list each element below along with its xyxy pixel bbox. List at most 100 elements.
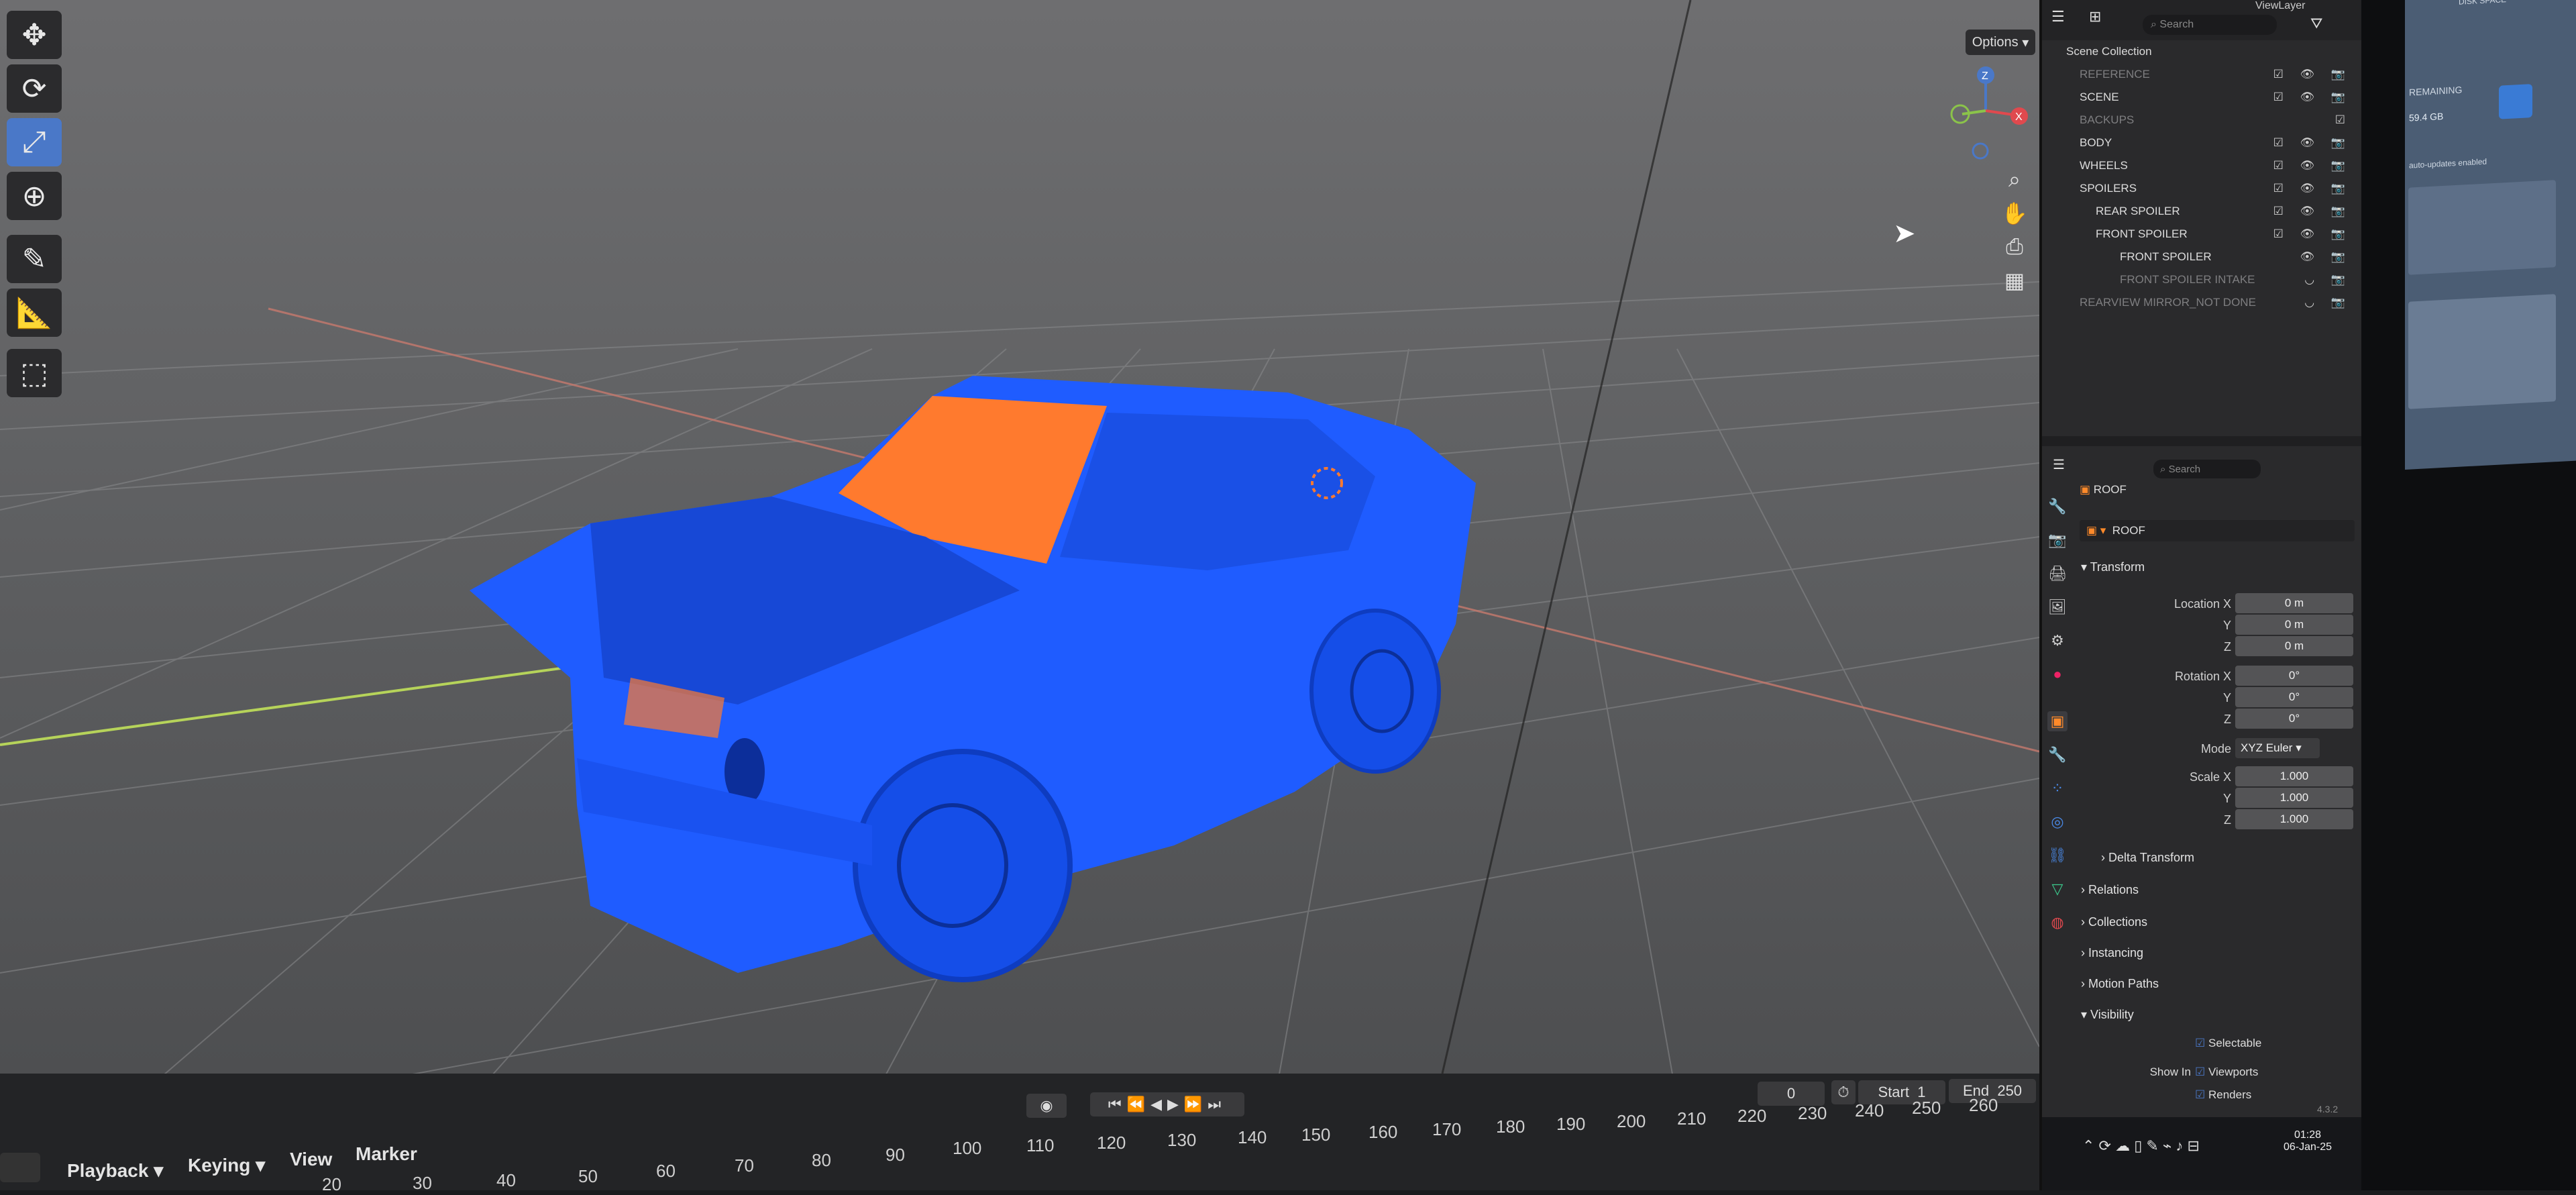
outliner-item-front-spoiler-collection[interactable]: FRONT SPOILER ☑ 👁 📷 xyxy=(2042,223,2361,246)
keying-menu[interactable]: Keying ▾ xyxy=(188,1154,265,1176)
outliner[interactable]: ☰ ⊞ ⌕ Search ⛛ ViewLayer Scene Collectio… xyxy=(2042,0,2361,436)
location-x-label: Location X xyxy=(2174,597,2231,611)
editor-type-icon[interactable] xyxy=(0,1153,40,1182)
object-tab-icon[interactable]: ▣ xyxy=(2047,711,2068,731)
motion-paths-panel[interactable]: › Motion Paths xyxy=(2081,977,2159,991)
visibility-icons[interactable]: ◡ 📷 xyxy=(2304,296,2352,309)
zoom-icon[interactable]: ⌕ xyxy=(1999,164,2030,195)
playback-menu[interactable]: Playback ▾ xyxy=(67,1159,163,1182)
annotate-tool-button[interactable]: ✎ xyxy=(7,235,62,283)
material-tab-icon[interactable]: ◍ xyxy=(2047,913,2068,933)
outliner-item-front-spoiler-intake[interactable]: FRONT SPOILER INTAKE ◡ 📷 xyxy=(2042,268,2361,291)
clock-icon[interactable]: ⏱ xyxy=(1831,1080,1856,1104)
visibility-icons[interactable]: ☑ 👁 📷 xyxy=(2273,68,2352,81)
navigation-gizmo[interactable]: Z X xyxy=(1939,60,2033,161)
playback-controls[interactable]: ⏮⏪◀▶⏩⏭ xyxy=(1090,1092,1244,1116)
outliner-item-scene[interactable]: SCENE ☑ 👁 📷 xyxy=(2042,86,2361,109)
grid-view-icon[interactable]: ▦ xyxy=(1999,265,2030,296)
location-z-label: Z xyxy=(2224,640,2231,654)
properties-search-input[interactable]: ⌕ Search xyxy=(2153,460,2261,478)
location-y-field[interactable]: 0 m xyxy=(2235,615,2353,635)
outliner-item-rear-spoiler[interactable]: REAR SPOILER ☑ 👁 📷 xyxy=(2042,200,2361,223)
tray-icons[interactable]: ⌃ ⟳ ☁ ▯ ✎ ⌁ ♪ ⊟ xyxy=(2082,1137,2200,1155)
car-model[interactable] xyxy=(0,0,2039,1100)
visibility-icons[interactable]: ☑ 👁 📷 xyxy=(2273,159,2352,172)
outliner-item-front-spoiler-object[interactable]: FRONT SPOILER 👁 📷 xyxy=(2042,246,2361,268)
pan-hand-icon[interactable]: ✋ xyxy=(1999,198,2030,229)
tool-tab-icon[interactable]: 🔧 xyxy=(2047,497,2068,517)
delta-transform-panel[interactable]: › Delta Transform xyxy=(2101,851,2194,865)
transform-tool-button[interactable]: ⊕ xyxy=(7,172,62,220)
rotation-x-field[interactable]: 0° xyxy=(2235,666,2353,686)
marker-menu[interactable]: Marker xyxy=(356,1143,417,1165)
clock-display[interactable]: 01:28 06-Jan-25 xyxy=(2284,1129,2332,1153)
view-layer-tab-icon[interactable]: 🖼 xyxy=(2047,597,2068,617)
outliner-item-body[interactable]: BODY ☑ 👁 📷 xyxy=(2042,132,2361,154)
outliner-item-backups[interactable]: BACKUPS ☑ xyxy=(2042,109,2361,132)
renders-checkbox[interactable]: ☑ Renders xyxy=(2195,1088,2251,1102)
show-in-label: Show In xyxy=(2149,1066,2191,1078)
visibility-icons[interactable]: ☑ 👁 📷 xyxy=(2273,205,2352,218)
properties-menu-icon[interactable]: ☰ xyxy=(2053,456,2065,473)
physics-tab-icon[interactable]: ◎ xyxy=(2047,812,2068,832)
scene-tab-icon[interactable]: ⚙ xyxy=(2047,631,2068,651)
relations-panel[interactable]: › Relations xyxy=(2081,883,2139,897)
frame-tick: 220 xyxy=(1737,1106,1767,1126)
rotation-y-field[interactable]: 0° xyxy=(2235,687,2353,707)
3d-viewport[interactable]: ✥ ⟳ ⤢ ⊕ ✎ 📐 ⬚ Options ▾ Z X ⌕ ✋ ⎙ ▦ ➤ xyxy=(0,0,2039,1100)
rotate-tool-button[interactable]: ⟳ xyxy=(7,64,62,113)
location-x-field[interactable]: 0 m xyxy=(2235,593,2353,613)
location-z-field[interactable]: 0 m xyxy=(2235,636,2353,656)
particles-tab-icon[interactable]: ⁘ xyxy=(2047,778,2068,798)
frame-tick: 130 xyxy=(1167,1130,1197,1150)
rotation-z-field[interactable]: 0° xyxy=(2235,709,2353,729)
render-tab-icon[interactable]: 📷 xyxy=(2047,530,2068,550)
visibility-icons[interactable]: ◡ 📷 xyxy=(2304,273,2352,287)
scene-collection-row[interactable]: Scene Collection xyxy=(2042,40,2361,63)
move-tool-button[interactable]: ✥ xyxy=(7,11,62,59)
visibility-icons[interactable]: 👁 📷 xyxy=(2300,250,2352,264)
editor-type-icon[interactable]: ☰ xyxy=(2051,8,2065,25)
modifier-tab-icon[interactable]: 🔧 xyxy=(2047,745,2068,765)
timeline-editor[interactable]: 0 ⏱ Start 1 End 250 ◉ ⏮⏪◀▶⏩⏭ 100 110 120… xyxy=(0,1074,2039,1194)
add-cube-tool-button[interactable]: ⬚ xyxy=(7,349,62,397)
outliner-search-input[interactable]: ⌕ Search xyxy=(2143,15,2277,35)
options-dropdown[interactable]: Options ▾ xyxy=(1966,30,2035,55)
transform-icon: ⊕ xyxy=(21,179,47,213)
transform-panel-header[interactable]: ▾ Transform xyxy=(2081,560,2145,574)
outliner-item-reference[interactable]: REFERENCE ☑ 👁 📷 xyxy=(2042,63,2361,86)
camera-icon[interactable]: ⎙ xyxy=(1999,231,2030,262)
collections-panel[interactable]: › Collections xyxy=(2081,915,2147,929)
filter-icon[interactable]: ⛛ xyxy=(2310,15,2322,32)
visibility-icons[interactable]: ☑ 👁 📷 xyxy=(2273,182,2352,195)
outliner-item-spoilers[interactable]: SPOILERS ☑ 👁 📷 xyxy=(2042,177,2361,200)
visibility-icons[interactable]: ☑ 👁 📷 xyxy=(2273,227,2352,241)
frame-tick: 90 xyxy=(885,1145,905,1165)
object-name-field[interactable]: ▣ ▾ ROOF xyxy=(2080,520,2355,541)
visibility-icons[interactable]: ☑ 👁 📷 xyxy=(2273,91,2352,104)
constraints-tab-icon[interactable]: ⛓ xyxy=(2047,845,2068,866)
visibility-panel[interactable]: ▾ Visibility xyxy=(2081,1008,2134,1022)
output-tab-icon[interactable]: 🖨 xyxy=(2047,564,2068,584)
instancing-panel[interactable]: › Instancing xyxy=(2081,946,2143,960)
display-mode-icon[interactable]: ⊞ xyxy=(2089,8,2101,25)
measure-tool-button[interactable]: 📐 xyxy=(7,289,62,337)
scale-tool-button[interactable]: ⤢ xyxy=(7,118,62,166)
viewports-checkbox[interactable]: ☑ Viewports xyxy=(2195,1066,2258,1079)
scale-y-field[interactable]: 1.000 xyxy=(2235,788,2353,808)
rotation-mode-dropdown[interactable]: XYZ Euler ▾ xyxy=(2235,738,2320,758)
data-tab-icon[interactable]: ▽ xyxy=(2047,879,2068,899)
outliner-item-rearview-mirror[interactable]: REARVIEW MIRROR_NOT DONE ◡ 📷 xyxy=(2042,291,2361,314)
frame-tick: 60 xyxy=(656,1161,676,1181)
visibility-icons[interactable]: ☑ xyxy=(2335,113,2352,127)
scale-x-field[interactable]: 1.000 xyxy=(2235,766,2353,786)
selectable-checkbox[interactable]: ☑ Selectable xyxy=(2195,1037,2261,1050)
view-menu[interactable]: View xyxy=(290,1149,332,1170)
current-frame-field[interactable]: 0 xyxy=(1758,1082,1825,1106)
scale-z-field[interactable]: 1.000 xyxy=(2235,809,2353,829)
visibility-icons[interactable]: ☑ 👁 📷 xyxy=(2273,136,2352,150)
object-icon: ▣ xyxy=(2080,483,2091,496)
record-button[interactable]: ◉ xyxy=(1026,1094,1067,1118)
outliner-item-wheels[interactable]: WHEELS ☑ 👁 📷 xyxy=(2042,154,2361,177)
world-tab-icon[interactable]: ● xyxy=(2047,664,2068,684)
